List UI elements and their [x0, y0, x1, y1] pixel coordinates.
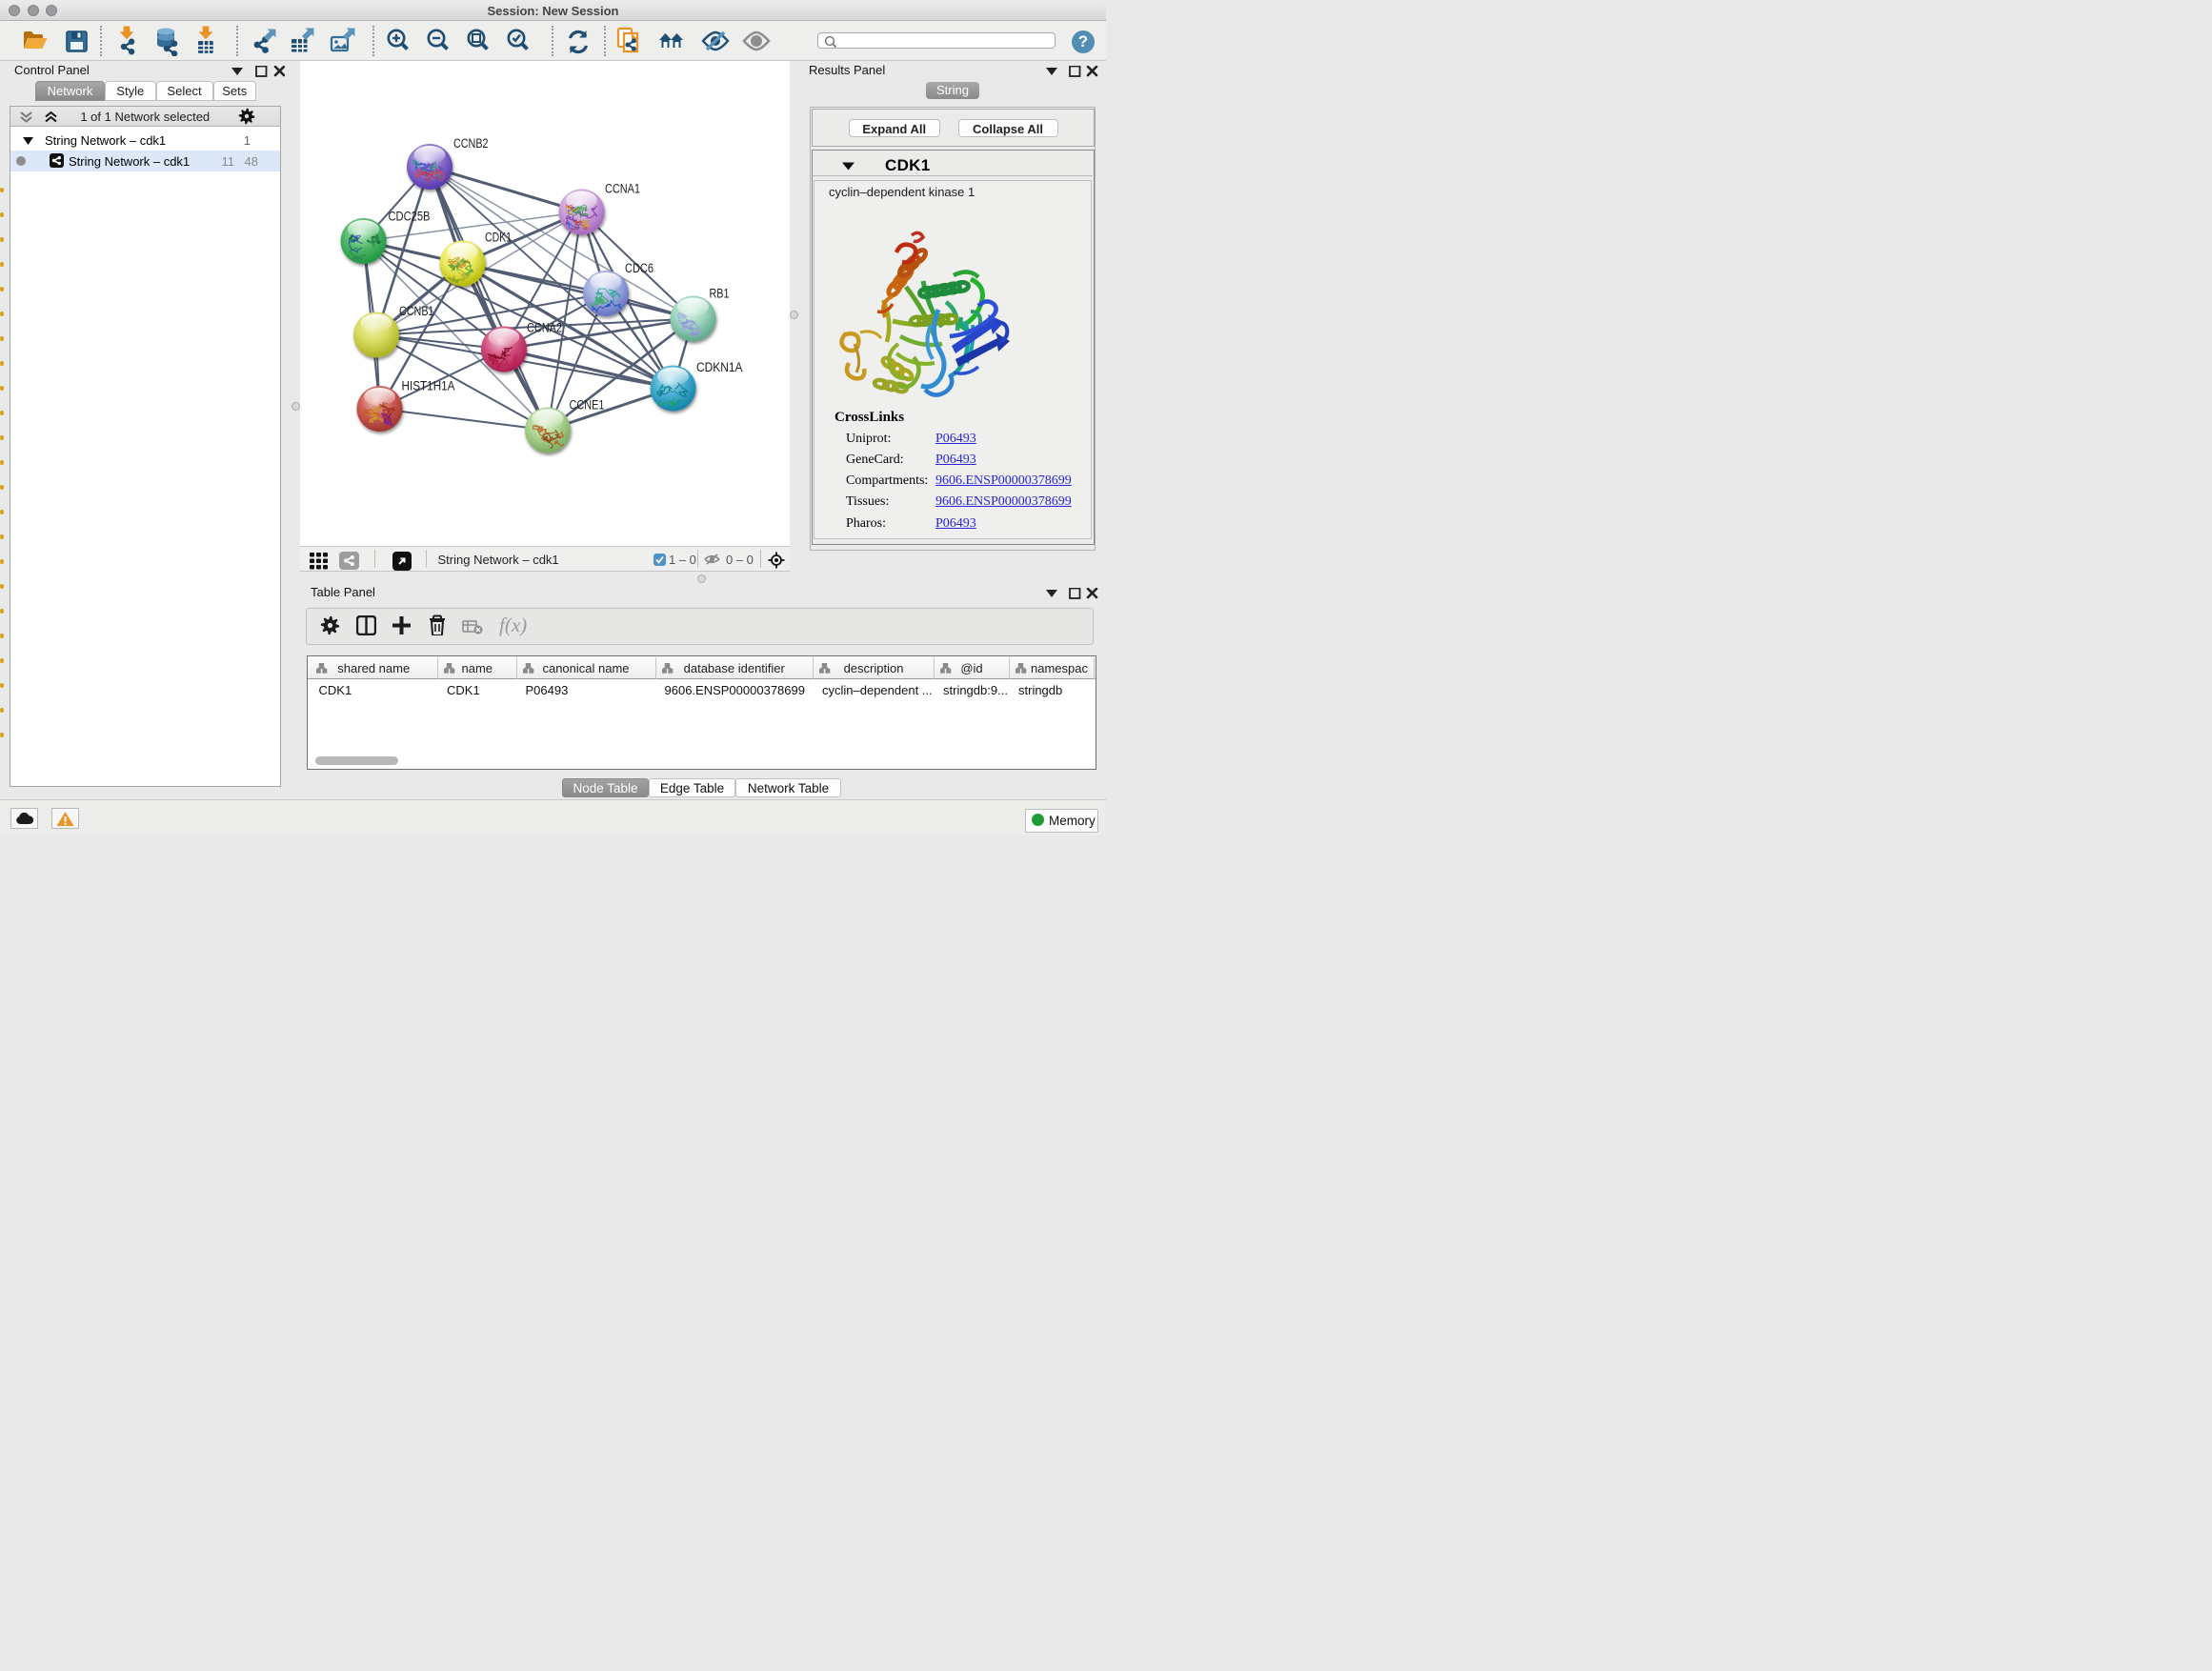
svg-text:CDK1: CDK1 [485, 231, 512, 245]
svg-text:CCNB1: CCNB1 [399, 304, 434, 318]
svg-text:RB1: RB1 [710, 287, 730, 301]
svg-text:CCNA2: CCNA2 [527, 321, 562, 335]
svg-text:CDC25B: CDC25B [389, 210, 431, 224]
svg-text:CDKN1A: CDKN1A [696, 360, 743, 374]
svg-text:CCNE1: CCNE1 [570, 398, 605, 413]
svg-text:HIST1H1A: HIST1H1A [402, 379, 455, 393]
svg-text:CCNA1: CCNA1 [605, 182, 640, 196]
svg-text:CCNB2: CCNB2 [453, 136, 489, 151]
svg-text:CDC6: CDC6 [625, 261, 654, 275]
